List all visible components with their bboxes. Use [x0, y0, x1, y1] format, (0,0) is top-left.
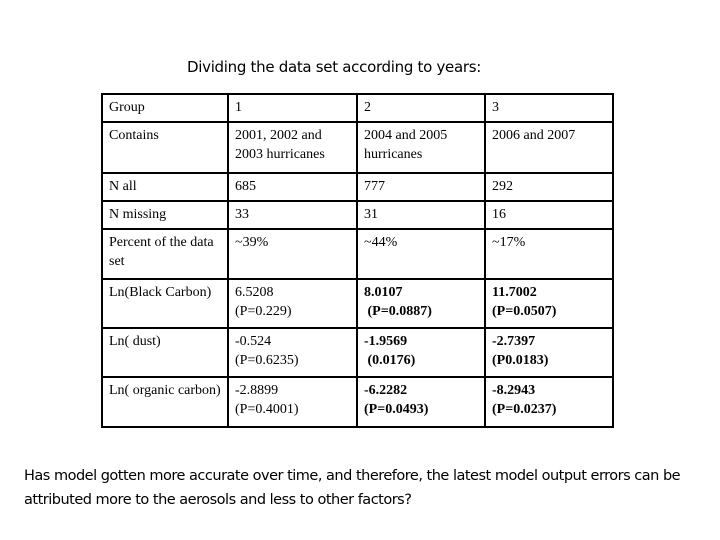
table-cell: 2 — [356, 93, 486, 123]
table-cell: 31 — [356, 200, 486, 230]
table-cell: 33 — [227, 200, 358, 230]
p-value: (0.0176) — [364, 353, 416, 368]
table-row-organic-carbon: Ln( organic carbon) -2.8899 (P=0.4001) -6… — [101, 376, 614, 428]
table-row-n-all: N all 685 777 292 — [101, 172, 614, 202]
p-value: (P=0.0887) — [364, 304, 432, 319]
row-label: Ln( dust) — [101, 327, 229, 378]
table-row-group: Group 1 2 3 — [101, 93, 614, 123]
table-cell: -0.524 (P=0.6235) — [227, 327, 358, 378]
row-label: N missing — [101, 200, 229, 230]
table-cell: 2004 and 2005 hurricanes — [356, 121, 486, 174]
table-row-n-missing: N missing 33 31 16 — [101, 200, 614, 230]
table-cell: -2.8899 (P=0.4001) — [227, 376, 358, 428]
p-value: (P0.0183) — [492, 353, 549, 368]
coefficient-value: -1.9569 — [364, 334, 408, 349]
table-cell: 16 — [484, 200, 614, 230]
table-row-contains: Contains 2001, 2002 and 2003 hurricanes … — [101, 121, 614, 174]
row-label: Ln(Black Carbon) — [101, 278, 229, 329]
table-cell: -1.9569 (0.0176) — [356, 327, 486, 378]
p-value: (P=0.0237) — [492, 402, 557, 417]
table-cell: -2.7397 (P0.0183) — [484, 327, 614, 378]
p-value: (P=0.0493) — [364, 402, 429, 417]
row-label: N all — [101, 172, 229, 202]
research-question: Has model gotten more accurate over time… — [24, 468, 681, 508]
p-value: (P=0.229) — [235, 304, 292, 319]
coefficient-value: -6.2282 — [364, 383, 408, 398]
table-cell: 685 — [227, 172, 358, 202]
table-cell: 3 — [484, 93, 614, 123]
table-cell: ~44% — [356, 228, 486, 280]
row-label: Group — [101, 93, 229, 123]
table-row-black-carbon: Ln(Black Carbon) 6.5208 (P=0.229) 8.0107 … — [101, 278, 614, 329]
table-cell: 2001, 2002 and 2003 hurricanes — [227, 121, 358, 174]
table-cell: 2006 and 2007 — [484, 121, 614, 174]
coefficient-value: -2.8899 — [235, 383, 279, 398]
row-label: Ln( organic carbon) — [101, 376, 229, 428]
table-cell: 292 — [484, 172, 614, 202]
p-value: (P=0.4001) — [235, 402, 299, 417]
table-cell: 8.0107 (P=0.0887) — [356, 278, 486, 329]
table-cell: 777 — [356, 172, 486, 202]
row-label: Percent of the data set — [101, 228, 229, 280]
slide-title: Dividing the data set according to years… — [187, 58, 481, 76]
coefficient-value: -8.2943 — [492, 383, 536, 398]
table-cell: 1 — [227, 93, 358, 123]
group-comparison-table: Group 1 2 3 Contains 2001, 2002 and 2003… — [101, 93, 614, 428]
coefficient-value: 8.0107 — [364, 285, 403, 300]
coefficient-value: -2.7397 — [492, 334, 536, 349]
p-value: (P=0.0507) — [492, 304, 557, 319]
row-label: Contains — [101, 121, 229, 174]
table-cell: -6.2282 (P=0.0493) — [356, 376, 486, 428]
p-value: (P=0.6235) — [235, 353, 299, 368]
table-cell: -8.2943 (P=0.0237) — [484, 376, 614, 428]
table-cell: 6.5208 (P=0.229) — [227, 278, 358, 329]
table-row-dust: Ln( dust) -0.524 (P=0.6235) -1.9569 (0.01… — [101, 327, 614, 378]
table-cell: ~17% — [484, 228, 614, 280]
table-cell: ~39% — [227, 228, 358, 280]
table-row-percent: Percent of the data set ~39% ~44% ~17% — [101, 228, 614, 280]
table-cell: 11.7002 (P=0.0507) — [484, 278, 614, 329]
coefficient-value: 11.7002 — [492, 285, 537, 300]
coefficient-value: 6.5208 — [235, 285, 274, 300]
coefficient-value: -0.524 — [235, 334, 272, 349]
